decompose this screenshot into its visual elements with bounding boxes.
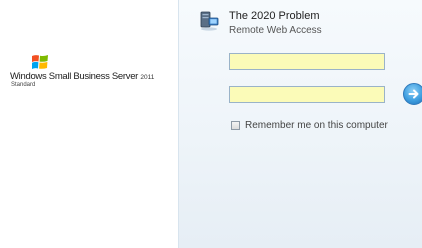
username-input[interactable]: [229, 53, 385, 70]
product-year: 2011: [140, 74, 155, 81]
remember-me-label: Remember me on this computer: [245, 120, 388, 131]
branding-pane: [0, 0, 178, 248]
windows-flag-icon: [32, 55, 48, 69]
remember-me-option[interactable]: Remember me on this computer: [231, 120, 388, 131]
site-title: The 2020 Problem: [229, 10, 320, 22]
product-edition: Standard: [11, 82, 36, 88]
site-subtitle: Remote Web Access: [229, 25, 322, 36]
product-name: Windows Small Business Server 2011: [10, 71, 178, 82]
product-name-text: Windows Small Business Server: [10, 71, 139, 82]
arrow-right-circle-icon: [408, 89, 419, 99]
server-icon: [200, 11, 219, 31]
password-input[interactable]: [229, 86, 385, 103]
sign-in-button[interactable]: [403, 83, 422, 105]
remember-me-checkbox[interactable]: [231, 121, 240, 130]
